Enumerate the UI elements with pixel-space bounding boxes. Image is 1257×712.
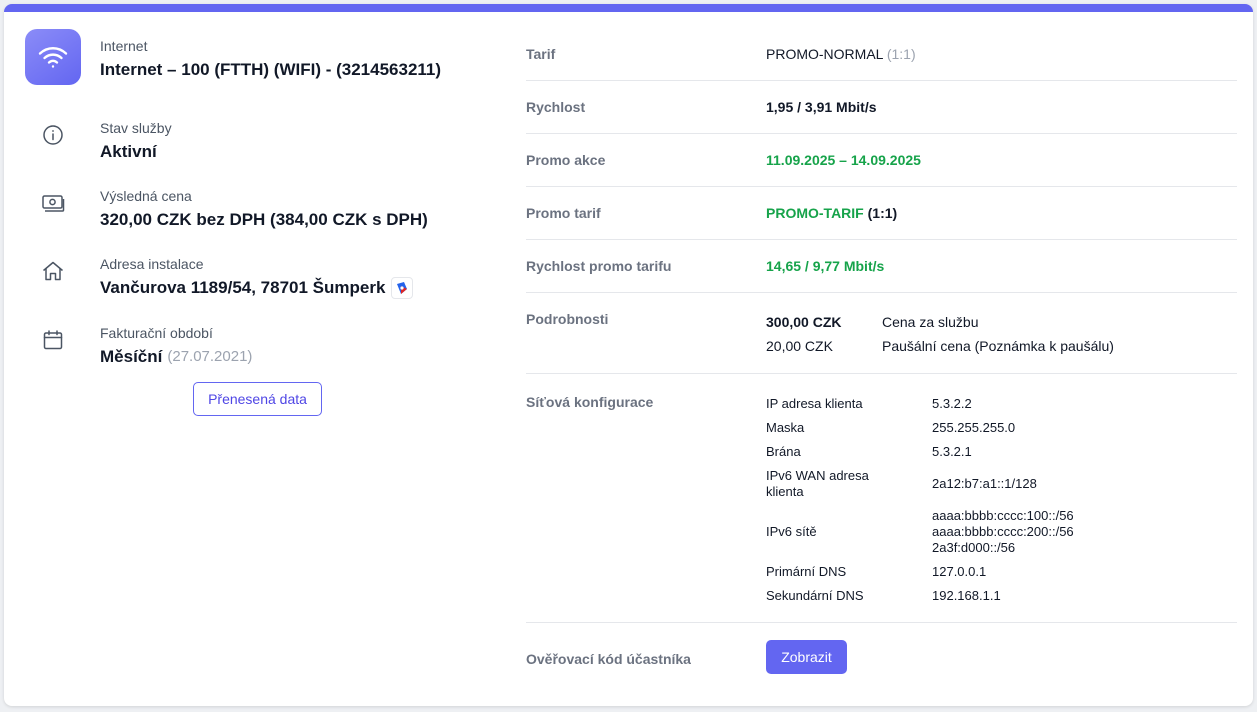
tariff-ratio: (1:1) [886,46,916,62]
promo-speed-label: Rychlost promo tarifu [526,258,672,274]
wifi-icon-box [25,29,81,85]
network-value: aaaa:bbbb:cccc:200::/56 [932,524,1074,539]
verification-label: Ověřovací kód účastníka [526,651,691,667]
service-header: Internet Internet – 100 (FTTH) (WIFI) - … [4,29,504,93]
network-value: 5.3.2.1 [932,444,972,459]
home-icon [25,243,81,299]
address-label: Adresa instalace [100,256,204,272]
speed-label: Rychlost [526,99,586,115]
network-value: 5.3.2.2 [932,396,972,411]
detail-desc: Cena za službu [882,314,979,330]
promo-tariff-value: PROMO-TARIF [766,205,864,221]
promo-action-label: Promo akce [526,152,606,168]
service-details: Tarif PROMO-NORMAL (1:1) Rychlost 1,95 /… [526,12,1237,706]
address-value: Vančurova 1189/54, 78701 Šumperk [100,278,386,297]
service-name: Internet – 100 (FTTH) (WIFI) - (32145632… [100,60,442,79]
status-label: Stav služby [100,120,172,136]
network-value: 192.168.1.1 [932,588,1001,603]
tariff-value: PROMO-NORMAL [766,46,883,62]
detail-amount: 300,00 CZK [766,314,842,330]
status-row: Stav služby Aktivní [4,107,504,163]
network-row: Síťová konfigurace IP adresa klienta 5.3… [526,374,1237,623]
promo-tariff-value-line: PROMO-TARIF (1:1) [766,205,897,221]
billing-label: Fakturační období [100,325,213,341]
map-link-icon[interactable] [391,277,414,299]
price-row: Výsledná cena 320,00 CZK bez DPH (384,00… [4,175,504,231]
network-key: IPv6 sítě [766,524,817,539]
calendar-icon [25,312,81,368]
promo-tariff-row: Promo tarif PROMO-TARIF (1:1) [526,187,1237,240]
network-key: Primární DNS [766,564,847,579]
network-key: Brána [766,444,801,459]
transferred-data-button[interactable]: Přenesená data [193,382,322,416]
network-value: 127.0.0.1 [932,564,987,579]
billing-value: Měsíční [100,347,163,366]
promo-speed-row: Rychlost promo tarifu 14,65 / 9,77 Mbit/… [526,240,1237,293]
speed-row: Rychlost 1,95 / 3,91 Mbit/s [526,81,1237,134]
billing-row: Fakturační období Měsíční (27.07.2021) [4,312,504,368]
promo-action-value: 11.09.2025 – 14.09.2025 [766,152,921,168]
detail-desc: Paušální cena (Poznámka k paušálu) [882,338,1114,354]
billing-date: (27.07.2021) [167,348,253,365]
network-key: IPv6 WAN adresa klienta [766,468,869,499]
promo-action-row: Promo akce 11.09.2025 – 14.09.2025 [526,134,1237,187]
service-type-label: Internet [100,38,148,54]
billing-value-line: Měsíční (27.07.2021) [100,345,252,369]
network-value: 2a12:b7:a1::1/128 [932,476,1037,491]
details-row: Podrobnosti 300,00 CZK Cena za službu 20… [526,293,1237,374]
detail-amount: 20,00 CZK [766,338,833,354]
tariff-label: Tarif [526,46,556,62]
promo-tariff-label: Promo tarif [526,205,601,221]
network-key: Maska [766,420,805,435]
speed-value: 1,95 / 3,91 Mbit/s [766,99,877,115]
service-card: Internet Internet – 100 (FTTH) (WIFI) - … [4,4,1253,706]
price-value: 320,00 CZK bez DPH (384,00 CZK s DPH) [100,210,428,229]
show-code-button[interactable]: Zobrazit [766,640,847,674]
wifi-icon [25,29,81,85]
details-label: Podrobnosti [526,311,609,327]
network-label: Síťová konfigurace [526,394,654,410]
promo-tariff-ratio: (1:1) [867,205,898,221]
cash-icon [25,175,81,231]
network-value: aaaa:bbbb:cccc:100::/56 [932,508,1074,523]
tariff-value-line: PROMO-NORMAL (1:1) [766,46,916,62]
status-value: Aktivní [100,142,157,161]
network-value: 2a3f:d000::/56 [932,540,1016,555]
network-value: 255.255.255.0 [932,420,1016,435]
address-value-line: Vančurova 1189/54, 78701 Šumperk [100,276,414,300]
promo-speed-value: 14,65 / 9,77 Mbit/s [766,258,885,274]
service-summary: Internet Internet – 100 (FTTH) (WIFI) - … [4,12,504,706]
verification-row: Ověřovací kód účastníka [526,623,1237,703]
address-row: Adresa instalace Vančurova 1189/54, 7870… [4,243,504,299]
network-key: Sekundární DNS [766,588,864,603]
tariff-row: Tarif PROMO-NORMAL (1:1) [526,28,1237,81]
info-icon [25,107,81,163]
price-label: Výsledná cena [100,188,192,204]
network-key: IP adresa klienta [766,396,863,411]
